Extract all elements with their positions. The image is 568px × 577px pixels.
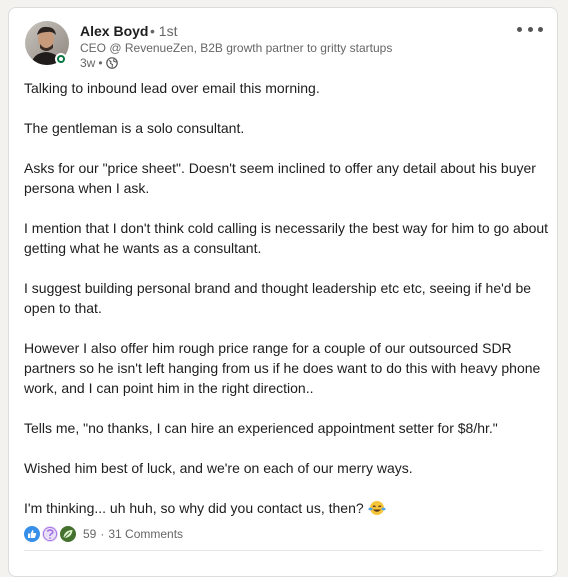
connection-degree: • 1st — [150, 23, 178, 39]
feed-post-card: Alex Boyd • 1st CEO @ RevenueZen, B2B gr… — [8, 7, 558, 577]
like-reaction-icon — [24, 526, 40, 542]
post-paragraph: Talking to inbound lead over email this … — [24, 80, 320, 96]
online-status-icon — [55, 53, 67, 65]
post-meta: 3w • — [80, 56, 118, 70]
post-paragraph: Wished him best of luck, and we're on ea… — [24, 460, 413, 476]
meta-separator: • — [98, 56, 103, 70]
author-name[interactable]: Alex Boyd — [80, 23, 148, 39]
author-headline: CEO @ RevenueZen, B2B growth partner to … — [80, 41, 393, 55]
globe-icon — [105, 57, 118, 69]
post-paragraph-last: I'm thinking... uh huh, so why did you c… — [24, 498, 549, 518]
social-counts: 59 · 31 Comments — [24, 526, 183, 542]
post-body: Talking to inbound lead over email this … — [24, 78, 549, 538]
reaction-count[interactable]: 59 — [83, 527, 96, 541]
post-paragraph: Tells me, "no thanks, I can hire an expe… — [24, 420, 498, 436]
more-horizontal-icon — [517, 26, 522, 32]
post-paragraph: I mention that I don't think cold callin… — [24, 220, 549, 256]
laughing-crying-emoji-icon — [368, 500, 386, 516]
action-bar-divider — [24, 550, 542, 551]
post-paragraph: However I also offer him rough price ran… — [24, 340, 541, 396]
curious-reaction-icon — [42, 526, 58, 542]
more-options-button[interactable] — [517, 20, 543, 38]
post-time: 3w — [80, 56, 96, 70]
post-paragraph: Asks for our "price sheet". Doesn't seem… — [24, 160, 536, 196]
post-paragraph: I suggest building personal brand and th… — [24, 280, 532, 316]
comments-count-link[interactable]: 31 Comments — [108, 527, 183, 541]
post-paragraph: The gentleman is a solo consultant. — [24, 120, 245, 136]
insightful-reaction-icon — [60, 526, 76, 542]
post-paragraph-text: I'm thinking... uh huh, so why did you c… — [24, 500, 364, 516]
social-separator: · — [100, 527, 105, 541]
